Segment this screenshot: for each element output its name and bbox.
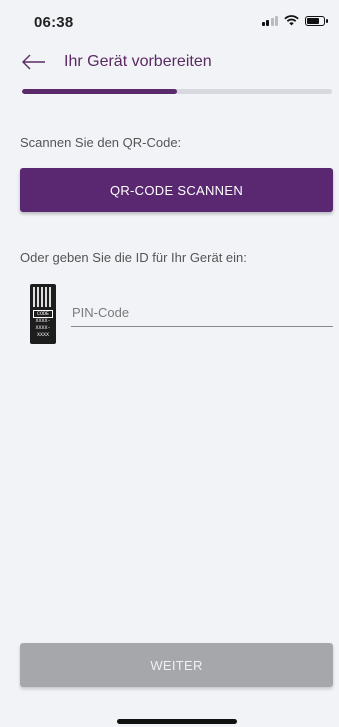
progress-bar bbox=[22, 89, 332, 94]
battery-icon bbox=[305, 15, 328, 26]
wifi-icon bbox=[284, 15, 299, 26]
pin-code-input[interactable] bbox=[71, 303, 333, 327]
home-indicator[interactable] bbox=[117, 719, 237, 724]
progress-bar-fill bbox=[22, 89, 177, 94]
card-placeholder-line: XXXX bbox=[36, 332, 49, 338]
page-title: Ihr Gerät vorbereiten bbox=[64, 53, 212, 70]
card-placeholder-line: XXXX- bbox=[35, 318, 51, 324]
device-id-card-icon: CODE XXXX- XXXX- XXXX bbox=[30, 284, 56, 344]
scan-qr-button[interactable]: QR-CODE SCANNEN bbox=[20, 168, 333, 212]
status-bar: 06:38 bbox=[0, 0, 339, 44]
status-time: 06:38 bbox=[34, 14, 74, 31]
signal-icon bbox=[261, 15, 278, 26]
scan-label: Scannen Sie den QR-Code: bbox=[20, 135, 182, 150]
app-header: Ihr Gerät vorbereiten bbox=[0, 44, 339, 84]
card-placeholder-line: XXXX- bbox=[35, 325, 51, 331]
qr-code-icon bbox=[33, 287, 53, 307]
arrow-left-icon[interactable] bbox=[22, 53, 46, 71]
card-code-text: CODE bbox=[33, 310, 53, 318]
status-icons bbox=[261, 15, 328, 26]
next-button[interactable]: WEITER bbox=[20, 643, 333, 687]
device-id-label: Oder geben Sie die ID für Ihr Gerät ein: bbox=[20, 250, 247, 265]
